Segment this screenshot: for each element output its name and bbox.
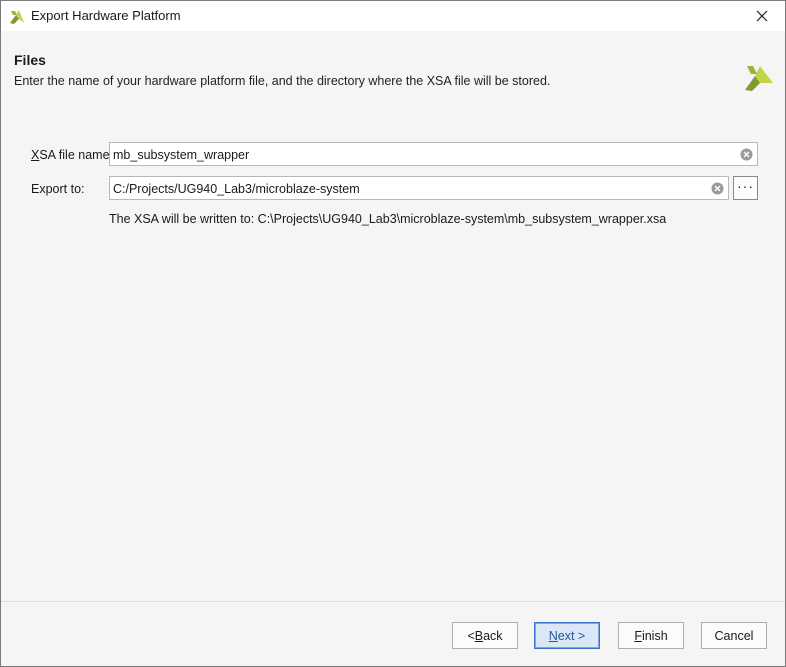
browse-button[interactable]: ··· xyxy=(733,176,758,200)
close-button[interactable] xyxy=(739,1,785,31)
xilinx-logo-icon xyxy=(10,10,24,24)
xsa-file-name-value: mb_subsystem_wrapper xyxy=(113,148,250,162)
close-icon xyxy=(756,10,768,22)
export-to-value: C:/Projects/UG940_Lab3/microblaze-system xyxy=(113,182,360,196)
export-hardware-platform-dialog: Export Hardware Platform Files Enter the… xyxy=(0,0,786,667)
back-button[interactable]: < Back xyxy=(452,622,518,649)
page-header: Files Enter the name of your hardware pl… xyxy=(1,31,785,97)
xilinx-logo-icon xyxy=(745,66,773,91)
xsa-file-name-label: XSA file name: xyxy=(31,148,113,162)
title-bar[interactable]: Export Hardware Platform xyxy=(1,1,785,31)
window-title: Export Hardware Platform xyxy=(31,8,181,23)
export-to-label: Export to: xyxy=(31,182,85,196)
page-title: Files xyxy=(14,52,46,68)
page-description: Enter the name of your hardware platform… xyxy=(14,74,551,88)
clear-icon[interactable] xyxy=(740,148,753,161)
cancel-button[interactable]: Cancel xyxy=(701,622,767,649)
next-button[interactable]: Next > xyxy=(534,622,600,649)
output-path-note: The XSA will be written to: C:\Projects\… xyxy=(109,212,667,226)
export-to-input[interactable]: C:/Projects/UG940_Lab3/microblaze-system xyxy=(109,176,729,200)
finish-button[interactable]: Finish xyxy=(618,622,684,649)
clear-icon[interactable] xyxy=(711,182,724,195)
xsa-file-name-input[interactable]: mb_subsystem_wrapper xyxy=(109,142,758,166)
